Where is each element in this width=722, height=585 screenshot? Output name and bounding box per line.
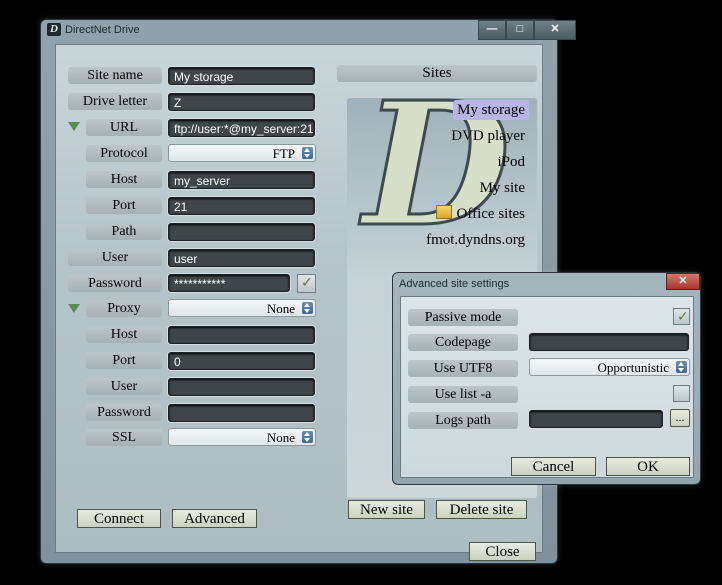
dialog-client-area: Passive mode ✓ Codepage Use UTF8 Opportu…	[400, 296, 694, 478]
spin-icon	[676, 361, 687, 373]
site-item-label: DVD player	[451, 128, 525, 144]
check-icon: ✓	[677, 309, 689, 325]
proxy-user-input[interactable]	[168, 378, 315, 396]
window-title: DirectNet Drive	[65, 24, 140, 36]
dialog-title: Advanced site settings	[399, 278, 510, 290]
close-button[interactable]: Close	[469, 542, 536, 561]
proxy-password-input[interactable]	[168, 404, 315, 422]
maximize-button[interactable]: □	[506, 20, 534, 40]
use-utf8-select[interactable]: Opportunistic	[529, 358, 690, 376]
ssl-label: SSL	[86, 429, 162, 446]
password-label: Password	[68, 275, 162, 292]
proxy-expand-icon[interactable]	[68, 304, 80, 313]
minimize-button[interactable]: —	[478, 20, 506, 40]
connect-button[interactable]: Connect	[77, 509, 161, 528]
site-item-my-storage[interactable]: My storage	[453, 100, 529, 120]
cancel-button[interactable]: Cancel	[511, 457, 596, 476]
spin-icon	[302, 147, 313, 159]
proxy-port-label: Port	[86, 352, 162, 369]
codepage-input[interactable]	[529, 333, 689, 351]
passive-mode-label: Passive mode	[408, 309, 518, 326]
user-input[interactable]: user	[168, 249, 315, 267]
drive-letter-input[interactable]: Z	[168, 93, 315, 111]
use-list-a-label: Use list -a	[408, 386, 518, 403]
proxy-port-input[interactable]: 0	[168, 352, 315, 370]
url-input[interactable]: ftp://user:*@my_server:21	[168, 119, 315, 137]
proxy-host-input[interactable]	[168, 326, 315, 344]
site-item-office-sites[interactable]: Office sites	[432, 204, 529, 224]
sites-header: Sites	[337, 65, 537, 82]
site-item-ipod[interactable]: iPod	[493, 152, 529, 172]
ok-button[interactable]: OK	[606, 457, 690, 476]
new-site-button[interactable]: New site	[348, 500, 425, 519]
protocol-select[interactable]: FTP	[168, 144, 316, 162]
proxy-label: Proxy	[86, 300, 162, 317]
site-item-dvd-player[interactable]: DVD player	[447, 126, 529, 146]
spin-icon	[302, 302, 313, 314]
codepage-label: Codepage	[408, 334, 518, 351]
protocol-label: Protocol	[86, 145, 162, 162]
logs-path-input[interactable]	[529, 410, 663, 428]
ssl-value: None	[266, 430, 295, 445]
path-label: Path	[86, 223, 162, 240]
proxy-host-label: Host	[86, 326, 162, 343]
dialog-titlebar[interactable]: Advanced site settings	[393, 273, 700, 295]
use-list-a-checkbox[interactable]	[673, 385, 690, 402]
url-expand-icon[interactable]	[68, 122, 80, 131]
logs-path-label: Logs path	[408, 412, 518, 429]
caption-buttons: — □ ✕	[478, 20, 576, 40]
url-label: URL	[86, 119, 162, 136]
sites-logo: D	[361, 98, 511, 265]
site-item-label: iPod	[497, 154, 525, 170]
proxy-user-label: User	[86, 378, 162, 395]
show-password-checkbox[interactable]: ✓	[297, 274, 316, 293]
passive-mode-checkbox[interactable]: ✓	[673, 308, 690, 325]
site-item-label: My site	[479, 180, 525, 196]
password-input[interactable]: ***********	[168, 274, 290, 292]
use-utf8-label: Use UTF8	[408, 360, 518, 377]
app-logo-icon: D	[47, 23, 61, 36]
host-label: Host	[86, 171, 162, 188]
site-item-fmot-dyndns-org[interactable]: fmot.dyndns.org	[422, 230, 529, 250]
path-input[interactable]	[168, 223, 315, 241]
proxy-value: None	[266, 301, 295, 316]
proxy-select[interactable]: None	[168, 299, 316, 317]
spin-icon	[302, 431, 313, 443]
host-input[interactable]: my_server	[168, 171, 315, 189]
logs-path-browse-button[interactable]: ...	[670, 409, 690, 427]
dialog-close-button[interactable]: ✕	[666, 273, 700, 290]
advanced-button[interactable]: Advanced	[172, 509, 257, 528]
site-name-label: Site name	[68, 67, 162, 84]
user-label: User	[68, 249, 162, 266]
check-icon: ✓	[301, 275, 313, 291]
close-window-button[interactable]: ✕	[534, 20, 576, 40]
ssl-select[interactable]: None	[168, 428, 316, 446]
delete-site-button[interactable]: Delete site	[436, 500, 527, 519]
site-name-input[interactable]: My storage	[168, 67, 315, 85]
site-item-label: fmot.dyndns.org	[426, 232, 525, 248]
drive-letter-label: Drive letter	[68, 93, 162, 110]
port-input[interactable]: 21	[168, 197, 315, 215]
site-item-label: My storage	[457, 102, 525, 118]
protocol-value: FTP	[272, 146, 295, 161]
site-item-label: Office sites	[456, 206, 525, 222]
proxy-password-label: Password	[86, 404, 162, 421]
use-utf8-value: Opportunistic	[597, 360, 670, 375]
port-label: Port	[86, 197, 162, 214]
site-item-my-site[interactable]: My site	[476, 178, 529, 198]
folder-icon	[435, 205, 452, 219]
advanced-settings-dialog: Advanced site settings ✕ Passive mode ✓ …	[392, 272, 701, 485]
